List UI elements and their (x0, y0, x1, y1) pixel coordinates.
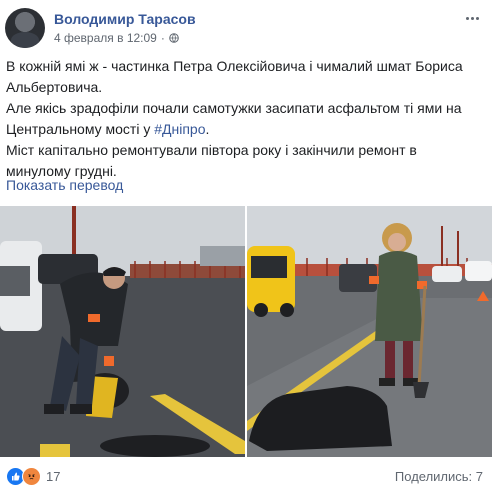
author-name[interactable]: Володимир Тарасов (54, 11, 196, 27)
photo-right[interactable] (247, 206, 492, 457)
post-text-line: Міст капітально ремонтували півтора року… (6, 142, 417, 179)
separator: · (160, 31, 165, 45)
photo-grid (0, 206, 492, 457)
text-segment: Але якісь зрадофіли почали самотужки зас… (6, 100, 462, 137)
post-header: Володимир Тарасов 4 февраля в 12:09 · (0, 0, 492, 56)
reaction-count[interactable]: 17 (46, 469, 60, 484)
angry-icon (22, 467, 41, 486)
post-body: В кожній ямі ж - частинка Петра Олексійо… (6, 56, 476, 182)
post-text-line: В кожній ямі ж - частинка Петра Олексійо… (6, 58, 463, 95)
text-segment: . (205, 121, 210, 137)
more-options-icon[interactable] (462, 10, 482, 26)
post-meta: 4 февраля в 12:09 · (54, 31, 179, 45)
reactions-summary[interactable]: 17 (6, 467, 60, 486)
globe-icon[interactable] (169, 33, 179, 43)
post-date[interactable]: 4 февраля в 12:09 (54, 31, 157, 45)
see-translation-link[interactable]: Показать перевод (6, 177, 123, 193)
hashtag-link[interactable]: #Дніпро (154, 121, 205, 137)
avatar[interactable] (5, 8, 45, 48)
shares-count[interactable]: Поделились: 7 (395, 469, 483, 484)
photo-left[interactable] (0, 206, 245, 457)
post-text-line: Але якісь зрадофіли почали самотужки зас… (6, 98, 476, 140)
post-footer: 17 Поделились: 7 (0, 462, 492, 491)
